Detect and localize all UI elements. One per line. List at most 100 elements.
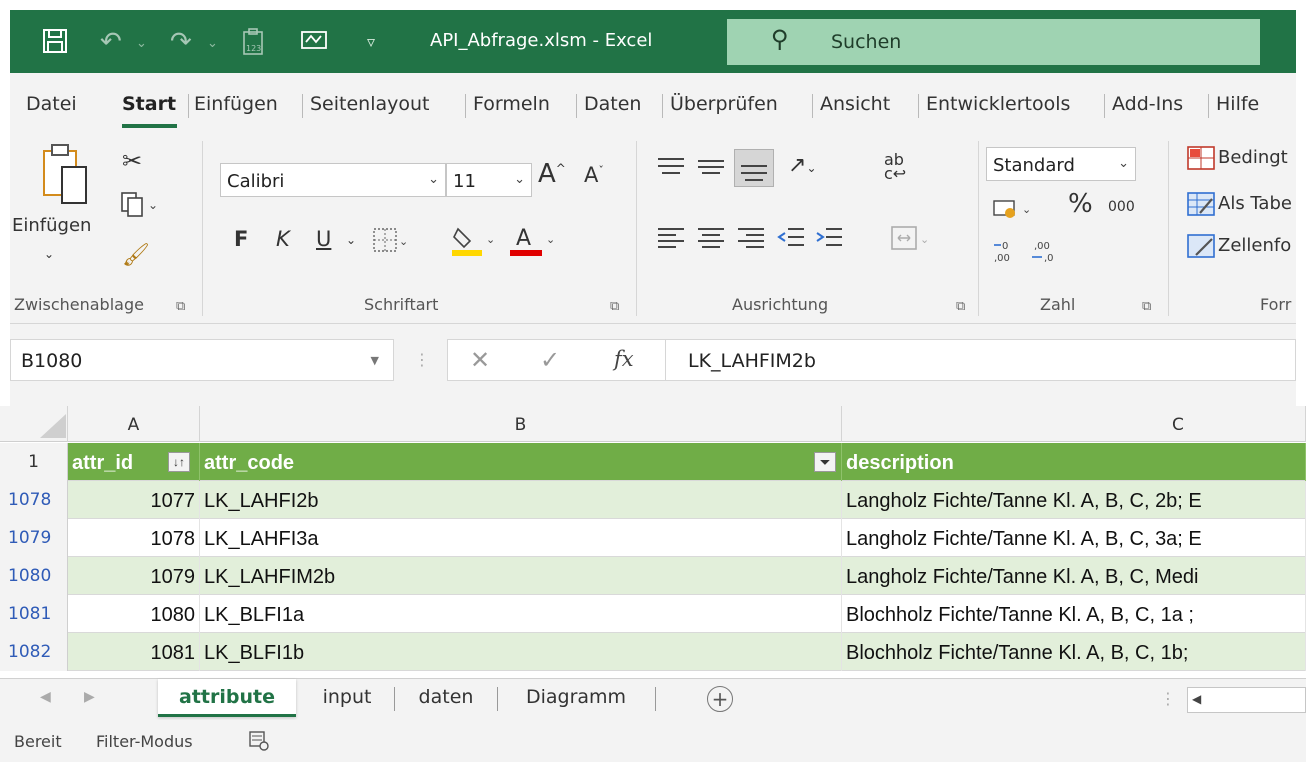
header-cell-attr-code[interactable]: attr_code ⏷ [200, 443, 842, 481]
sheet-tab-attribute[interactable]: attribute [158, 679, 296, 717]
sheet-tab-diagramm[interactable]: Diagramm [500, 679, 652, 717]
customize-quick-access-icon[interactable]: ▿ [367, 32, 375, 51]
cell-styles-label[interactable]: Zellenfo [1218, 235, 1291, 256]
row-header[interactable]: 1081 [0, 595, 68, 633]
font-launcher-icon[interactable]: ⧉ [610, 299, 619, 314]
cell-styles-icon[interactable] [1186, 233, 1216, 263]
increase-decimal-icon[interactable]: 0,00 [992, 237, 1022, 271]
grow-font-icon[interactable]: A^ [538, 159, 566, 189]
font-color-icon[interactable]: A ⌄ [508, 223, 556, 261]
cell-attr-code[interactable]: LK_LAHFIM2b [200, 557, 842, 595]
add-sheet-button[interactable]: + [707, 686, 733, 712]
number-format-select[interactable]: Standard ⌄ [986, 147, 1136, 181]
filter-icon[interactable]: ⏷ [814, 452, 836, 472]
decrease-decimal-icon[interactable]: ,00,0 [1030, 237, 1060, 271]
row-header[interactable]: 1078 [0, 481, 68, 519]
tab-start[interactable]: Start [122, 93, 176, 115]
cancel-icon[interactable]: ✕ [470, 346, 490, 374]
cell-attr-code[interactable]: LK_BLFI1a [200, 595, 842, 633]
form-icon[interactable] [300, 28, 328, 58]
borders-icon[interactable]: ⌄ [372, 227, 408, 257]
clipboard-launcher-icon[interactable]: ⧉ [176, 299, 185, 314]
decrease-indent-icon[interactable] [776, 225, 806, 253]
tab-formeln[interactable]: Formeln [473, 93, 550, 115]
accounting-format-icon[interactable]: ⌄ [992, 195, 1038, 225]
font-family-select[interactable]: Calibri ⌄ [220, 163, 446, 197]
conditional-formatting-icon[interactable] [1186, 145, 1216, 175]
column-header-c[interactable]: C [842, 406, 1306, 442]
number-launcher-icon[interactable]: ⧉ [1142, 299, 1151, 314]
paste-label[interactable]: Einfügen [12, 215, 91, 236]
drag-handle-icon[interactable]: ⋮ [414, 350, 430, 369]
save-icon[interactable] [42, 28, 68, 60]
align-middle-icon[interactable] [696, 155, 726, 183]
tab-einfuegen[interactable]: Einfügen [194, 93, 278, 115]
shrink-font-icon[interactable]: Aˇ [584, 163, 604, 187]
tab-ueberpruefen[interactable]: Überprüfen [670, 93, 778, 115]
underline-button[interactable]: U [316, 227, 331, 251]
cell-attr-id[interactable]: 1077 [68, 481, 200, 519]
font-size-select[interactable]: 11 ⌄ [446, 163, 532, 197]
cell-attr-code[interactable]: LK_LAHFI2b [200, 481, 842, 519]
sort-filter-icon[interactable]: ↓↑ [168, 452, 190, 472]
format-painter-icon[interactable]: 🖌 [122, 243, 150, 268]
tab-ansicht[interactable]: Ansicht [820, 93, 890, 115]
cell-description[interactable]: Blochholz Fichte/Tanne Kl. A, B, C, 1a ; [842, 595, 1306, 633]
italic-button[interactable]: K [276, 227, 290, 251]
align-bottom-icon[interactable] [734, 149, 774, 187]
tab-datei[interactable]: Datei [26, 93, 77, 115]
cell-attr-id[interactable]: 1081 [68, 633, 200, 671]
format-as-table-label[interactable]: Als Tabe [1218, 193, 1292, 214]
sheet-tab-daten[interactable]: daten [398, 679, 494, 717]
tab-seitenlayout[interactable]: Seitenlayout [310, 93, 430, 115]
cell-description[interactable]: Langholz Fichte/Tanne Kl. A, B, C, 3a; E [842, 519, 1306, 557]
row-header[interactable]: 1080 [0, 557, 68, 595]
cell-description[interactable]: Langholz Fichte/Tanne Kl. A, B, C, Medi [842, 557, 1306, 595]
cell-description[interactable]: Langholz Fichte/Tanne Kl. A, B, C, 2b; E [842, 481, 1306, 519]
insert-function-button[interactable]: fx [614, 347, 634, 371]
row-header[interactable]: 1079 [0, 519, 68, 557]
scroll-splitter-icon[interactable]: ⋮ [1160, 689, 1176, 708]
cell-attr-code[interactable]: LK_BLFI1b [200, 633, 842, 671]
underline-dropdown-icon[interactable]: ⌄ [346, 233, 356, 247]
tab-add-ins[interactable]: Add-Ins [1112, 93, 1183, 115]
align-top-icon[interactable] [656, 155, 686, 183]
align-center-icon[interactable] [696, 225, 726, 253]
tab-daten[interactable]: Daten [584, 93, 641, 115]
scroll-left-icon[interactable]: ◀ [1192, 692, 1201, 706]
accessibility-icon[interactable] [248, 730, 270, 756]
horizontal-scrollbar[interactable]: ◀ [1187, 687, 1306, 713]
merge-center-icon[interactable]: ⌄ [890, 225, 934, 255]
redo-dropdown-icon[interactable]: ⌄ [207, 36, 218, 51]
align-right-icon[interactable] [736, 225, 766, 253]
redo-icon[interactable]: ↷ [170, 28, 192, 56]
search-box[interactable]: ⚲ Suchen [727, 19, 1260, 65]
alignment-launcher-icon[interactable]: ⧉ [956, 299, 965, 314]
undo-icon[interactable]: ↶ [100, 28, 122, 56]
percent-button[interactable]: % [1068, 189, 1093, 219]
header-cell-description[interactable]: description [842, 443, 1306, 481]
bold-button[interactable]: F [234, 227, 248, 251]
paste-icon[interactable] [40, 143, 90, 209]
cell-attr-id[interactable]: 1079 [68, 557, 200, 595]
cell-attr-code[interactable]: LK_LAHFI3a [200, 519, 842, 557]
cell-attr-id[interactable]: 1080 [68, 595, 200, 633]
row-header[interactable]: 1 [0, 443, 68, 481]
undo-dropdown-icon[interactable]: ⌄ [136, 36, 147, 51]
select-all-corner[interactable] [0, 406, 68, 442]
cell-attr-id[interactable]: 1078 [68, 519, 200, 557]
conditional-formatting-label[interactable]: Bedingt [1218, 147, 1288, 168]
wrap-text-icon[interactable]: ab c↩ [884, 152, 906, 182]
copy-icon[interactable]: ⌄ [120, 191, 160, 221]
paste-dropdown-icon[interactable]: ⌄ [44, 247, 54, 261]
header-cell-attr-id[interactable]: attr_id ↓↑ [68, 443, 200, 481]
orientation-icon[interactable]: ↗⌄ [788, 153, 817, 178]
format-as-table-icon[interactable] [1186, 191, 1216, 221]
tab-entwicklertools[interactable]: Entwicklertools [926, 93, 1070, 115]
column-header-b[interactable]: B [200, 406, 842, 442]
column-header-a[interactable]: A [68, 406, 200, 442]
prev-sheet-icon[interactable]: ◀ [40, 689, 51, 705]
paste-values-icon[interactable]: 123 [242, 28, 264, 62]
cut-icon[interactable]: ✂ [122, 147, 142, 175]
chevron-down-icon[interactable]: ▼ [371, 354, 379, 367]
